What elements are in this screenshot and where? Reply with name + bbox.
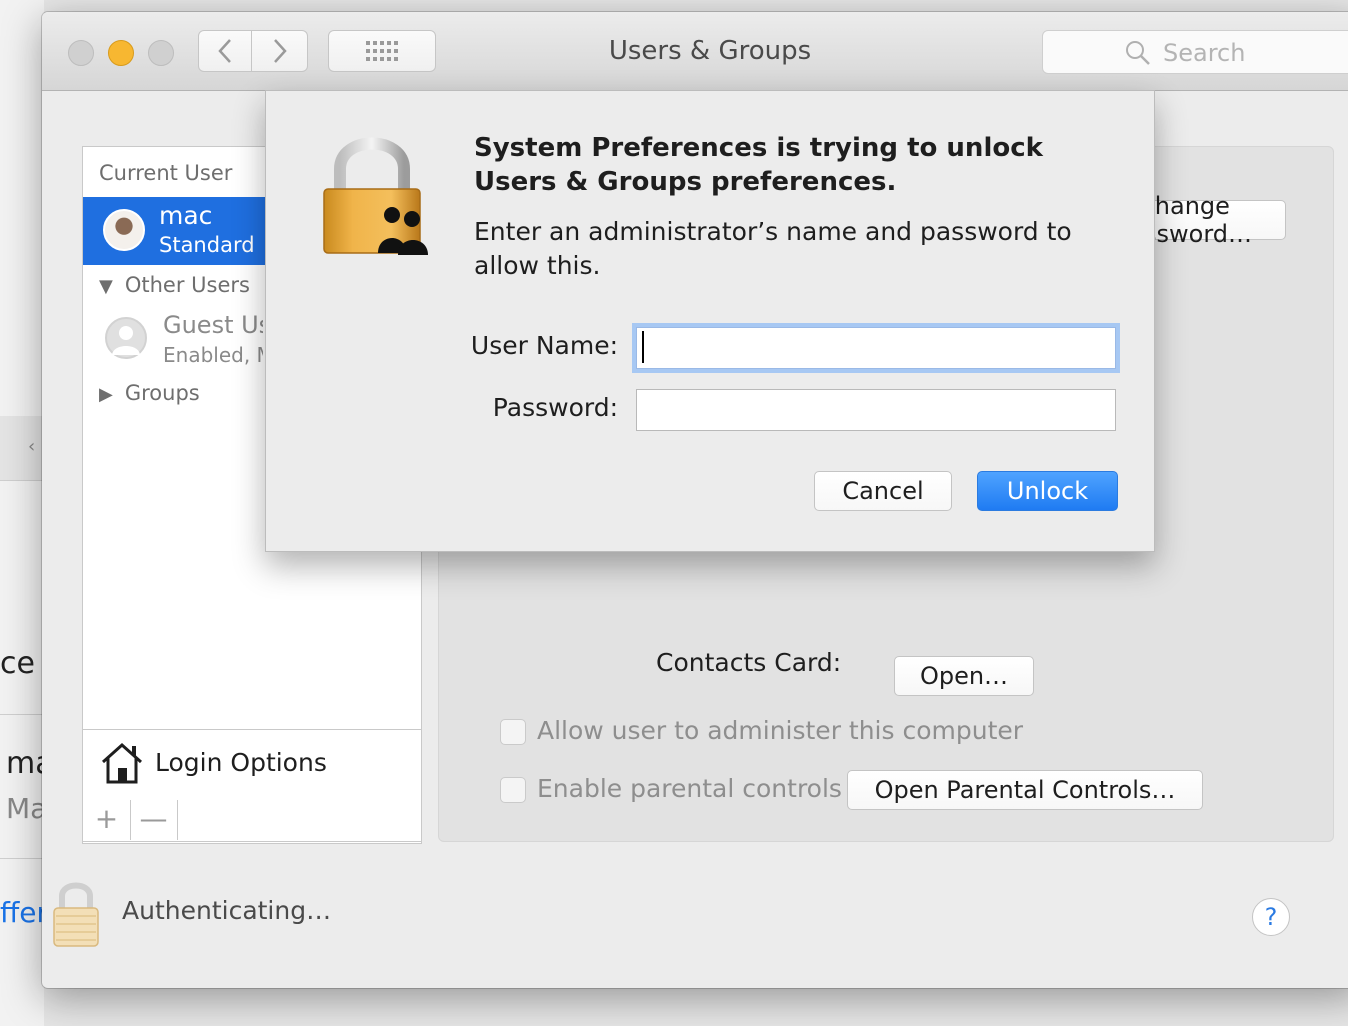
username-field[interactable]	[636, 327, 1116, 369]
current-user-header: Current User	[99, 161, 233, 185]
minimize-window-button[interactable]	[108, 40, 134, 66]
guest-user-status: Enabled, Managed	[163, 343, 263, 367]
other-users-section[interactable]: ▼ Other Users	[99, 273, 250, 297]
close-window-button[interactable]	[68, 40, 94, 66]
zoom-window-button[interactable]	[148, 40, 174, 66]
password-label: Password:	[492, 393, 618, 422]
house-icon	[101, 742, 143, 784]
window-title: Users & Groups	[608, 36, 812, 66]
search-field[interactable]: Search	[1042, 30, 1348, 74]
groups-header: Groups	[124, 381, 200, 405]
allow-admin-checkbox[interactable]	[500, 719, 526, 745]
background-sidebar-toggle: ‹	[0, 416, 44, 480]
password-field[interactable]	[636, 389, 1116, 431]
parental-controls-checkbox[interactable]	[500, 777, 526, 803]
help-button[interactable]: ?	[1252, 898, 1290, 936]
add-remove-bar: + —	[82, 800, 422, 842]
lock-icon[interactable]	[50, 876, 102, 950]
disclosure-open-icon: ▼	[99, 276, 113, 297]
contacts-card-label: Contacts Card:	[656, 648, 842, 677]
chevron-left-icon: ‹	[28, 436, 36, 457]
guest-user-name: Guest User	[163, 311, 263, 339]
username-label: User Name:	[470, 331, 618, 360]
title-bar: Users & Groups Search	[42, 12, 1348, 91]
login-options-row[interactable]: Login Options	[83, 729, 421, 802]
open-contacts-card-button[interactable]: Open…	[894, 656, 1034, 696]
open-parental-controls-button[interactable]: Open Parental Controls…	[847, 770, 1203, 810]
search-placeholder: Search	[1163, 39, 1246, 67]
parental-controls-label: Enable parental controls	[537, 774, 842, 803]
divider	[0, 714, 44, 715]
show-all-button[interactable]	[328, 30, 436, 72]
background-text-fragment: ce	[0, 646, 35, 681]
dialog-title: System Preferences is trying to unlock U…	[474, 133, 1043, 197]
disclosure-closed-icon: ▶	[99, 384, 113, 405]
background-link-fragment: ffer	[0, 896, 49, 929]
padlock-users-icon	[323, 137, 428, 255]
search-icon	[1126, 41, 1150, 65]
groups-section[interactable]: ▶ Groups	[99, 381, 200, 405]
forward-button[interactable]	[252, 30, 308, 72]
dialog-message: Enter an administrator’s name and passwo…	[474, 217, 1072, 280]
background-window-fragment: ‹	[0, 0, 44, 1026]
chevron-right-icon	[273, 39, 287, 63]
person-silhouette-icon	[112, 326, 140, 355]
text-caret	[642, 331, 644, 363]
avatar	[105, 317, 147, 359]
add-user-button[interactable]: +	[83, 800, 131, 840]
unlock-dialog: System Preferences is trying to unlock U…	[265, 90, 1155, 552]
divider	[0, 858, 44, 859]
back-button[interactable]	[198, 30, 252, 72]
chevron-left-icon	[218, 39, 231, 63]
login-options-label: Login Options	[155, 748, 327, 777]
remove-user-button[interactable]: —	[130, 800, 178, 840]
authentication-status: Authenticating…	[122, 896, 332, 925]
user-name: mac	[159, 201, 213, 230]
user-role: Standard	[159, 233, 255, 257]
other-users-header: Other Users	[124, 273, 250, 297]
cancel-button[interactable]: Cancel	[814, 471, 952, 511]
avatar	[103, 209, 145, 251]
grid-icon	[366, 41, 398, 61]
allow-admin-label: Allow user to administer this computer	[537, 716, 1024, 745]
divider	[0, 480, 44, 481]
unlock-button[interactable]: Unlock	[977, 471, 1118, 511]
